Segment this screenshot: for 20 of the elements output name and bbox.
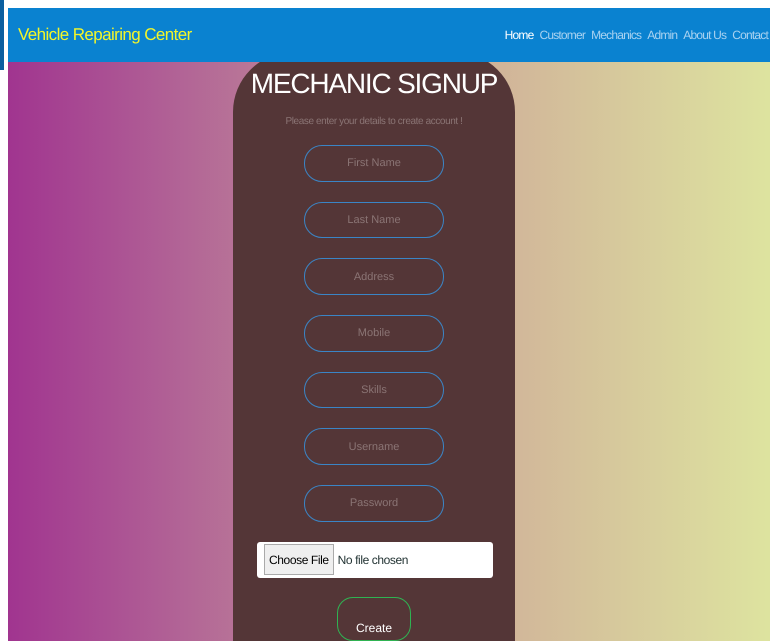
input-field[interactable]: Username bbox=[304, 428, 444, 465]
nav-link[interactable]: Admin bbox=[647, 28, 678, 42]
input-field[interactable]: Last Name bbox=[304, 202, 444, 238]
nav-link[interactable]: Contact bbox=[732, 28, 768, 42]
nav-link[interactable]: Customer bbox=[539, 28, 586, 42]
nav-link[interactable]: Home bbox=[504, 28, 534, 42]
choose-file-button[interactable]: Choose File bbox=[264, 544, 334, 576]
nav-link[interactable]: Mechanics bbox=[591, 28, 642, 42]
create-button[interactable]: Create bbox=[337, 597, 411, 641]
input-field[interactable]: Password bbox=[304, 484, 444, 522]
brand-link[interactable]: Vehicle Repairing Center bbox=[18, 25, 192, 45]
file-status: No file chosen bbox=[338, 552, 408, 567]
input-field[interactable]: Address bbox=[304, 258, 444, 295]
input-field[interactable]: Mobile bbox=[304, 314, 444, 352]
input-field[interactable]: First Name bbox=[304, 145, 444, 182]
form-title: MECHANIC SIGNUP bbox=[250, 68, 498, 100]
nav-link[interactable]: About Us bbox=[683, 28, 726, 42]
file-input[interactable]: Choose File No file chosen bbox=[257, 542, 493, 578]
input-field[interactable]: Skills bbox=[304, 372, 444, 408]
form-subtitle: Please enter your details to create account ! bbox=[285, 116, 463, 127]
